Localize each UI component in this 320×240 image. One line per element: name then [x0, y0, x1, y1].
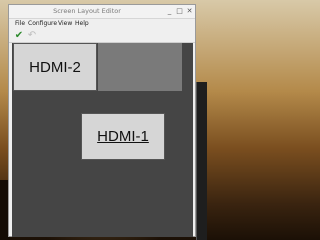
undo-button[interactable]: ↶ [26, 30, 38, 42]
monitor-label-hdmi-2: HDMI-2 [29, 58, 81, 76]
background-window-edge [196, 82, 207, 240]
checkmark-icon: ✔ [14, 30, 24, 41]
menu-configure[interactable]: Configure [28, 20, 57, 27]
menu-help[interactable]: Help [75, 20, 89, 27]
window-title: Screen Layout Editor [53, 7, 121, 15]
maximize-button[interactable]: □ [175, 7, 184, 16]
screen-layout-editor-window: Screen Layout Editor _ □ ✕ File Configur… [8, 4, 196, 237]
monitor-label-hdmi-1: HDMI-1 [97, 128, 149, 145]
layout-canvas[interactable]: HDMI-2 HDMI-1 [12, 43, 193, 237]
menu-bar: File Configure View Help [9, 19, 195, 29]
monitor-drag-preview [98, 43, 182, 91]
apply-button[interactable]: ✔ [13, 30, 25, 42]
menu-view[interactable]: View [58, 20, 72, 27]
minimize-button[interactable]: _ [165, 7, 174, 16]
monitor-hdmi-2[interactable]: HDMI-2 [13, 43, 97, 91]
close-button[interactable]: ✕ [185, 7, 194, 16]
menu-file[interactable]: File [15, 20, 25, 27]
undo-icon: ↶ [27, 30, 37, 41]
title-bar[interactable]: Screen Layout Editor _ □ ✕ [9, 5, 195, 19]
monitor-hdmi-1[interactable]: HDMI-1 [81, 113, 165, 160]
toolbar: ✔ ↶ [9, 29, 195, 43]
